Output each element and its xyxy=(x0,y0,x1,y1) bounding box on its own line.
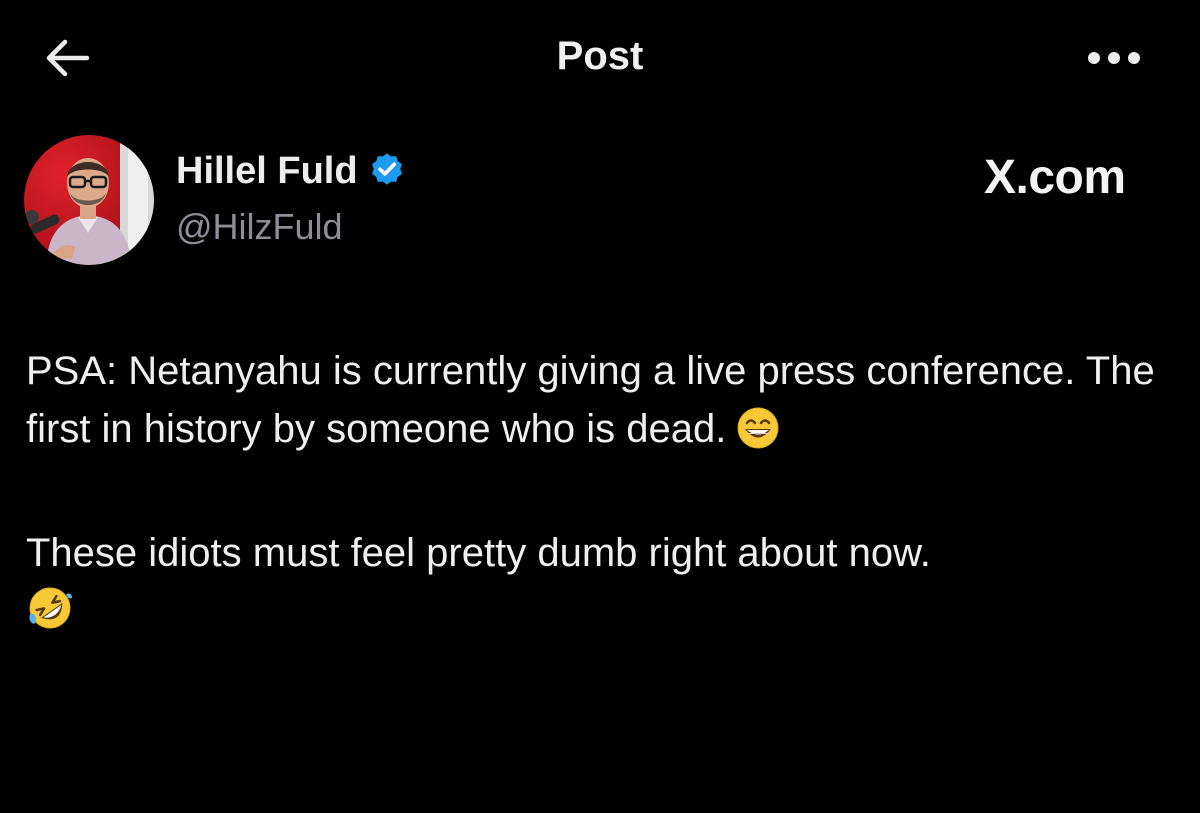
post-text-2: These idiots must feel pretty dumb right… xyxy=(26,531,931,575)
post-paragraph: These idiots must feel pretty dumb right… xyxy=(26,524,1176,648)
avatar[interactable] xyxy=(24,135,154,265)
top-bar: Post xyxy=(0,0,1200,120)
post-body: PSA: Netanyahu is currently giving a liv… xyxy=(26,342,1176,648)
author-name-row: Hillel Fuld xyxy=(176,150,406,193)
author-display-name[interactable]: Hillel Fuld xyxy=(176,150,358,193)
more-horizontal-icon xyxy=(1086,50,1142,71)
site-watermark: X.com xyxy=(984,151,1126,204)
more-options-button[interactable] xyxy=(1082,40,1146,80)
back-button[interactable] xyxy=(40,36,94,84)
post-author: Hillel Fuld @HilzFuld X.com xyxy=(0,128,1200,278)
rofl-emoji-icon xyxy=(26,584,74,648)
post-paragraph: PSA: Netanyahu is currently giving a liv… xyxy=(26,342,1176,466)
arrow-left-icon xyxy=(43,38,91,83)
page-title: Post xyxy=(556,34,644,78)
author-handle[interactable]: @HilzFuld xyxy=(176,206,343,248)
post-text-1: PSA: Netanyahu is currently giving a liv… xyxy=(26,349,1155,451)
grinning-face-emoji-icon xyxy=(736,406,780,466)
verified-badge-icon xyxy=(368,150,406,193)
